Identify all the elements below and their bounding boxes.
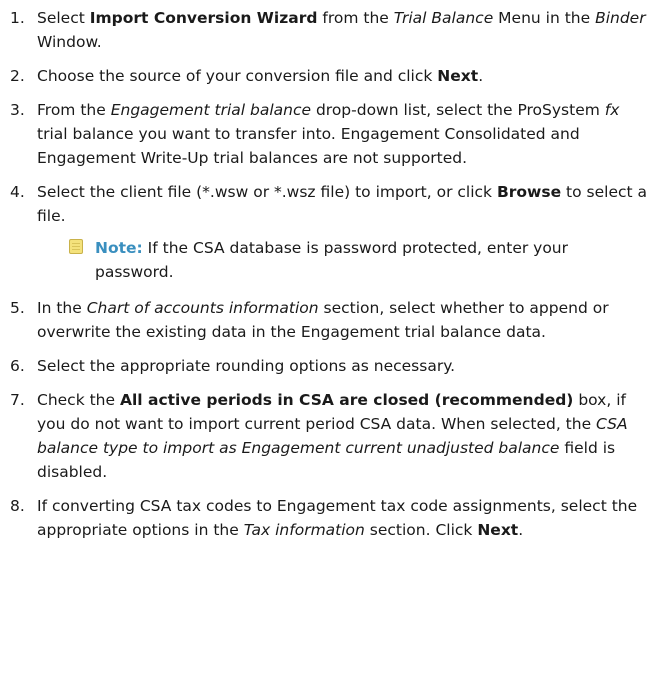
- step-paragraph: Select the client file (*.wsw or *.wsz f…: [37, 180, 648, 228]
- note-icon: [69, 239, 83, 254]
- product-suffix: fx: [604, 101, 620, 119]
- steps-list: 1. Select Import Conversion Wizard from …: [10, 6, 648, 542]
- step-text-run: From the: [37, 101, 111, 119]
- button-name: Browse: [496, 183, 562, 201]
- step-text: In the Chart of accounts information sec…: [37, 296, 648, 344]
- field-name: Engagement trial balance: [110, 101, 312, 119]
- step-number: 6.: [10, 357, 25, 375]
- menu-command-name: Import Conversion Wizard: [89, 9, 318, 27]
- step-number: 5.: [10, 299, 25, 317]
- step-text: Select the client file (*.wsw or *.wsz f…: [37, 180, 648, 286]
- checkbox-name: All active periods in CSA are closed (re…: [119, 391, 574, 409]
- step-number: 2.: [10, 67, 25, 85]
- step-item: 8. If converting CSA tax codes to Engage…: [10, 494, 648, 542]
- step-text-run: trial balance you want to transfer into.…: [37, 125, 580, 167]
- section-name: Chart of accounts information: [86, 299, 319, 317]
- step-text-run: Select the client file (*.wsw or *.wsz f…: [37, 183, 497, 201]
- step-number: 7.: [10, 391, 25, 409]
- step-text: Choose the source of your conversion fil…: [37, 64, 648, 88]
- step-item: 3. From the Engagement trial balance dro…: [10, 98, 648, 170]
- step-number: 3.: [10, 101, 25, 119]
- section-name: Tax information: [243, 521, 365, 539]
- button-name: Next: [437, 67, 479, 85]
- step-text-run: Menu in the: [493, 9, 596, 27]
- document-page: 1. Select Import Conversion Wizard from …: [0, 0, 668, 678]
- step-text-run: .: [518, 521, 524, 539]
- step-text-run: Window.: [37, 33, 102, 51]
- step-item: 2. Choose the source of your conversion …: [10, 64, 648, 88]
- step-number: 4.: [10, 183, 25, 201]
- step-text: Select the appropriate rounding options …: [37, 354, 648, 378]
- step-item: 5. In the Chart of accounts information …: [10, 296, 648, 344]
- step-text-run: Choose the source of your conversion fil…: [37, 67, 438, 85]
- step-text-run: Check the: [37, 391, 120, 409]
- note-text: Note: If the CSA database is password pr…: [95, 236, 648, 284]
- step-number: 1.: [10, 9, 25, 27]
- window-name: Binder: [595, 9, 646, 27]
- step-number: 8.: [10, 497, 25, 515]
- step-text-run: Select: [37, 9, 90, 27]
- note-callout: Note: If the CSA database is password pr…: [69, 236, 648, 284]
- step-item: 6. Select the appropriate rounding optio…: [10, 354, 648, 378]
- step-text: Select Import Conversion Wizard from the…: [37, 6, 648, 54]
- step-text: Check the All active periods in CSA are …: [37, 388, 648, 484]
- step-item: 4. Select the client file (*.wsw or *.ws…: [10, 180, 648, 286]
- note-label: Note:: [95, 239, 143, 257]
- step-text-run: .: [478, 67, 484, 85]
- step-text-run: Select the appropriate rounding options …: [37, 357, 456, 375]
- step-text-run: drop-down list, select the ProSystem: [311, 101, 605, 119]
- step-text: From the Engagement trial balance drop-d…: [37, 98, 648, 170]
- step-text-run: In the: [37, 299, 87, 317]
- note-body: If the CSA database is password protecte…: [95, 239, 569, 281]
- step-item: 7. Check the All active periods in CSA a…: [10, 388, 648, 484]
- menu-name: Trial Balance: [393, 9, 494, 27]
- step-text-run: from the: [317, 9, 394, 27]
- step-text: If converting CSA tax codes to Engagemen…: [37, 494, 648, 542]
- button-name: Next: [477, 521, 519, 539]
- step-item: 1. Select Import Conversion Wizard from …: [10, 6, 648, 54]
- step-text-run: section. Click: [364, 521, 478, 539]
